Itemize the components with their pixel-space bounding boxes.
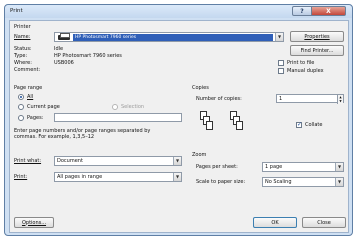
pages-per-sheet-select[interactable]: 1 page ▼ [262, 162, 344, 172]
print-dialog: Print ? X Printer Name: HP Photosmart 79… [4, 4, 353, 236]
chevron-down-icon: ▼ [173, 173, 181, 181]
selection-radio[interactable] [112, 104, 118, 110]
print-label: Print: [14, 174, 28, 180]
ok-label: OK [271, 219, 279, 226]
options-button[interactable]: Options... [14, 217, 54, 228]
help-button[interactable]: ? [292, 6, 312, 16]
pages-input[interactable] [54, 113, 182, 122]
print-to-file-checkbox[interactable] [278, 60, 284, 66]
where-value: USB006 [54, 60, 74, 66]
all-radio[interactable] [18, 94, 24, 100]
type-value: HP Photosmart 7960 series [54, 53, 122, 59]
ok-button[interactable]: OK [253, 217, 297, 228]
print-to-file-label: Print to file [287, 60, 315, 66]
dialog-body: Printer Name: HP Photosmart 7960 series … [9, 20, 349, 233]
collate-checkbox[interactable] [296, 121, 302, 128]
close-label: Close [317, 219, 331, 226]
options-label: Options... [21, 219, 47, 226]
print-what-value: Document [57, 158, 83, 164]
title-bar[interactable]: Print ? X [5, 5, 352, 18]
find-printer-button[interactable]: Find Printer... [290, 45, 344, 56]
chevron-down-icon: ▼ [275, 33, 283, 41]
printer-name-select[interactable]: HP Photosmart 7960 series ▼ [54, 32, 284, 42]
zoom-group-label: Zoom [192, 152, 207, 158]
scale-value: No Scaling [265, 179, 292, 185]
all-label: All [27, 94, 34, 100]
print-what-label: Print what: [14, 158, 42, 164]
copies-number-label: Number of copies: [196, 96, 242, 102]
page-range-group-label: Page range [14, 85, 43, 91]
find-printer-label: Find Printer... [300, 47, 334, 54]
comment-label: Comment: [14, 67, 41, 73]
close-icon: X [326, 7, 331, 15]
page-range-hint: Enter page numbers and/or page ranges se… [14, 128, 151, 140]
selection-label: Selection [121, 104, 145, 110]
scale-label: Scale to paper size: [196, 179, 246, 185]
help-icon: ? [300, 7, 304, 15]
current-page-label: Current page [27, 104, 60, 110]
chevron-down-icon: ▼ [173, 157, 181, 165]
manual-duplex-checkbox[interactable] [278, 68, 284, 74]
pages-per-sheet-label: Pages per sheet: [196, 164, 238, 170]
printer-icon [58, 33, 70, 40]
printer-name-label: Name: [14, 34, 31, 40]
type-label: Type: [14, 53, 28, 59]
collate-label: Collate [305, 122, 323, 128]
printer-name-value: HP Photosmart 7960 series [73, 34, 273, 41]
title-buttons: ? X [292, 6, 346, 16]
close-button[interactable]: Close [302, 217, 346, 228]
current-page-radio[interactable] [18, 104, 24, 110]
window-title: Print [10, 8, 23, 14]
collate-illustration-icon [200, 111, 260, 139]
copies-spinner[interactable]: ▲ ▼ [337, 95, 343, 104]
spin-down-icon: ▼ [339, 99, 342, 103]
scale-select[interactable]: No Scaling ▼ [262, 177, 344, 187]
print-select[interactable]: All pages in range ▼ [54, 172, 182, 182]
manual-duplex-label: Manual duplex [287, 68, 324, 74]
copies-group-label: Copies [192, 85, 209, 91]
printer-group-label: Printer [14, 24, 31, 30]
print-value: All pages in range [57, 174, 103, 180]
pages-radio[interactable] [18, 115, 24, 121]
copies-number-value: 1 [279, 96, 283, 102]
status-value: Idle [54, 46, 64, 52]
status-label: Status: [14, 46, 32, 52]
properties-button[interactable]: Properties [290, 31, 344, 42]
pages-per-sheet-value: 1 page [265, 164, 283, 170]
copies-number-input[interactable]: 1 ▲ ▼ [276, 94, 344, 104]
chevron-down-icon: ▼ [335, 163, 343, 171]
properties-label: Properties [304, 33, 330, 40]
where-label: Where: [14, 60, 32, 66]
collate-page-icon [236, 121, 243, 130]
print-what-select[interactable]: Document ▼ [54, 156, 182, 166]
chevron-down-icon: ▼ [335, 178, 343, 186]
collate-page-icon [206, 121, 213, 130]
pages-label: Pages: [27, 115, 44, 121]
close-window-button[interactable]: X [312, 6, 346, 16]
